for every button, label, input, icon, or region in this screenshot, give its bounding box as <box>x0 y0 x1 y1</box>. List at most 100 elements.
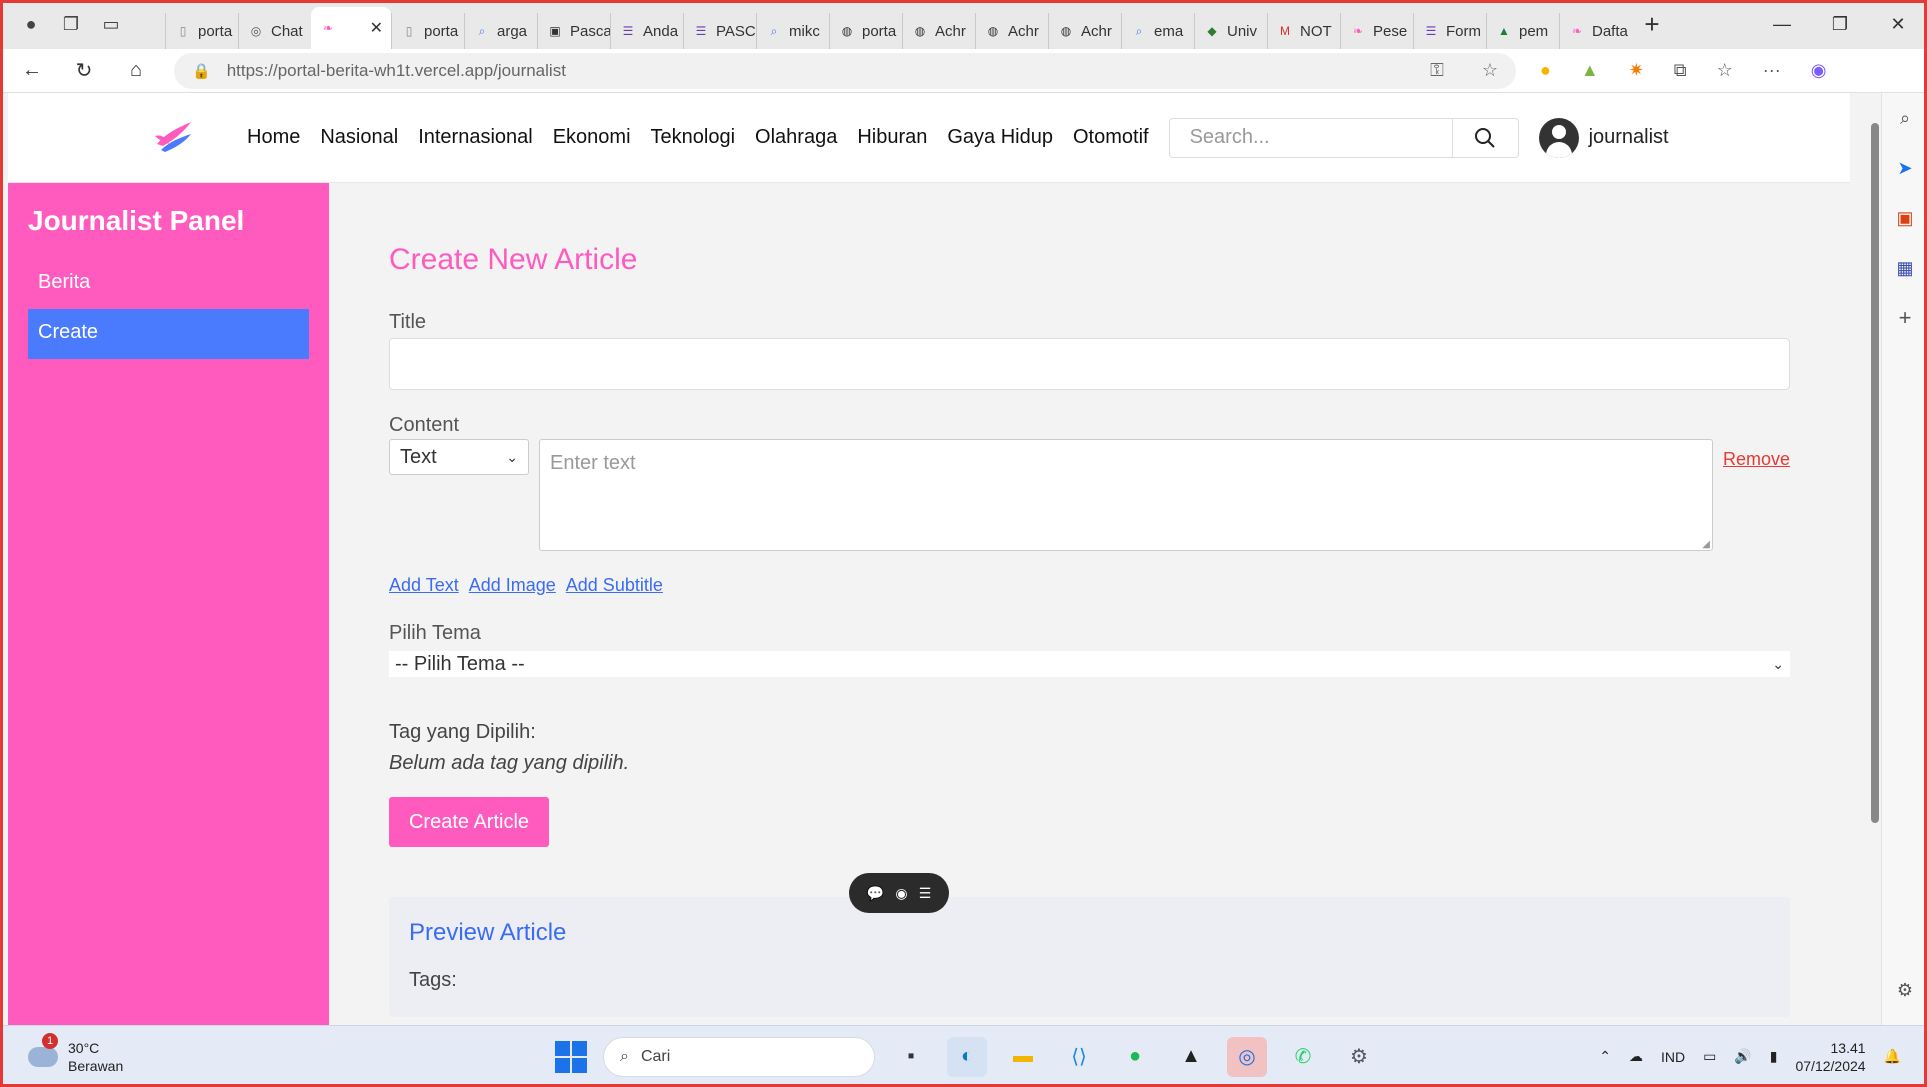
back-button[interactable]: ← <box>12 53 52 89</box>
list-icon[interactable]: ☰ <box>919 885 932 902</box>
nav-link-olahraga[interactable]: Olahraga <box>745 126 847 149</box>
copilot-icon[interactable]: ◉ <box>1811 60 1827 81</box>
taskbar-search[interactable]: ⌕ Cari <box>603 1036 875 1077</box>
comment-icon[interactable]: 💬 <box>867 885 884 902</box>
nav-link-nasional[interactable]: Nasional <box>310 126 408 149</box>
sidebar-item-create[interactable]: Create <box>28 309 309 359</box>
browser-tab[interactable]: ❧ ✕ <box>311 7 391 49</box>
search-button[interactable] <box>1452 117 1519 158</box>
browser-tab[interactable]: ⌕ arga <box>464 13 537 49</box>
inkscape-icon[interactable]: ▲ <box>1171 1037 1211 1077</box>
browser-tab[interactable]: ☰ Form <box>1413 13 1486 49</box>
favorites-icon[interactable]: ☆ <box>1717 60 1733 81</box>
tab-label: ema <box>1154 22 1184 40</box>
remove-block-link[interactable]: Remove <box>1723 449 1790 470</box>
notification-bell-icon[interactable]: 🔔 <box>1884 1048 1901 1065</box>
tools-icon[interactable]: ▣ <box>1882 193 1927 243</box>
outlook-icon[interactable]: ▦ <box>1882 243 1927 293</box>
browser-tab[interactable]: ☰ PASC <box>683 13 756 49</box>
extension-icon[interactable]: ● <box>1540 60 1551 81</box>
new-tab-button[interactable]: + <box>1632 9 1672 40</box>
onedrive-icon[interactable]: ☁ <box>1629 1048 1643 1065</box>
telegram-icon[interactable]: ➤ <box>1882 143 1927 193</box>
volume-icon[interactable]: 🔊 <box>1734 1048 1751 1065</box>
nav-link-gaya-hidup[interactable]: Gaya Hidup <box>937 126 1063 149</box>
browser-tab[interactable]: ❧ Dafta <box>1559 13 1632 49</box>
spotify-icon[interactable]: ● <box>1115 1037 1155 1077</box>
more-menu-icon[interactable]: ··· <box>1763 60 1781 81</box>
vscode-icon[interactable]: ⟨⟩ <box>1059 1037 1099 1077</box>
favorite-star-icon[interactable]: ☆ <box>1482 60 1498 81</box>
chevron-up-icon[interactable]: ⌃ <box>1599 1048 1611 1065</box>
extension-icon[interactable]: ✷ <box>1629 60 1644 81</box>
browser-tab[interactable]: ☰ Anda <box>610 13 683 49</box>
extensions-puzzle-icon[interactable]: ⧉ <box>1674 60 1687 81</box>
browser-tab[interactable]: ◆ Univ <box>1194 13 1267 49</box>
browser-tab[interactable]: ◍ Achr <box>975 13 1048 49</box>
resize-handle-icon[interactable]: ◢ <box>1702 539 1710 550</box>
add-image-link[interactable]: Add Image <box>469 575 556 596</box>
content-textarea[interactable]: Enter text ◢ <box>539 439 1713 551</box>
nav-link-otomotif[interactable]: Otomotif <box>1063 126 1159 149</box>
browser-tab[interactable]: ◎ Chat <box>238 13 311 49</box>
nav-link-home[interactable]: Home <box>237 126 310 149</box>
extension-icon[interactable]: ▲ <box>1581 60 1599 81</box>
add-subtitle-link[interactable]: Add Subtitle <box>566 575 663 596</box>
selected-tags-empty: Belum ada tag yang dipilih. <box>389 752 630 774</box>
tema-select[interactable]: -- Pilih Tema -- ⌄ <box>389 651 1790 677</box>
whatsapp-icon[interactable]: ✆ <box>1283 1037 1323 1077</box>
edge-icon[interactable]: ◐ <box>947 1036 987 1077</box>
weather-widget[interactable]: 1 30°C Berawan <box>28 1032 123 1075</box>
browser-tab[interactable]: ▣ Pasca <box>537 13 610 49</box>
clock[interactable]: 13.41 07/12/2024 <box>1795 1039 1865 1075</box>
content-type-select[interactable]: Text ⌄ <box>389 439 529 475</box>
restore-button[interactable]: ❐ <box>1811 0 1869 49</box>
toggle-icon[interactable]: ◉ <box>895 885 907 902</box>
vertical-tabs-icon[interactable]: ▭ <box>94 8 128 42</box>
add-text-link[interactable]: Add Text <box>389 575 459 596</box>
search-input[interactable] <box>1168 117 1453 158</box>
battery-icon[interactable]: ▮ <box>1770 1048 1778 1065</box>
password-key-icon[interactable]: ⚿ <box>1430 60 1444 81</box>
language-indicator[interactable]: IND <box>1661 1049 1685 1065</box>
close-tab-icon[interactable]: ✕ <box>370 18 383 38</box>
settings-icon[interactable]: ⚙ <box>1339 1037 1379 1077</box>
task-view-icon[interactable]: ▪ <box>891 1037 931 1077</box>
home-button[interactable]: ⌂ <box>116 53 156 89</box>
screen-recorder-icon[interactable]: ◎ <box>1227 1036 1267 1077</box>
browser-tab[interactable]: ⌕ mikc <box>756 13 829 49</box>
browser-tab[interactable]: ◍ porta <box>829 13 902 49</box>
settings-gear-icon[interactable]: ⚙ <box>1882 965 1927 1015</box>
browser-tab[interactable]: ❧ Pese <box>1340 13 1413 49</box>
lock-icon[interactable]: 🔒 <box>192 62 211 80</box>
minimize-button[interactable]: — <box>1753 0 1811 49</box>
browser-tab[interactable]: ◍ Achr <box>902 13 975 49</box>
nav-link-internasional[interactable]: Internasional <box>408 126 543 149</box>
profile-icon[interactable]: ● <box>14 8 48 42</box>
url-field[interactable]: 🔒 https://portal-berita-wh1t.vercel.app /… <box>174 52 1516 89</box>
network-icon[interactable]: ▭ <box>1703 1048 1716 1065</box>
browser-tab[interactable]: M NOT <box>1267 13 1340 49</box>
browser-tab[interactable]: ▯ porta <box>165 13 238 49</box>
browser-tab[interactable]: ◍ Achr <box>1048 13 1121 49</box>
title-input[interactable] <box>389 338 1790 390</box>
user-menu[interactable]: journalist <box>1538 117 1669 158</box>
nav-link-teknologi[interactable]: Teknologi <box>641 126 746 149</box>
windows-start-icon[interactable] <box>555 1040 587 1073</box>
browser-tab[interactable]: ▯ porta <box>391 13 464 49</box>
browser-tab[interactable]: ⌕ ema <box>1121 13 1194 49</box>
nav-link-ekonomi[interactable]: Ekonomi <box>543 126 641 149</box>
page-scrollbar[interactable] <box>1870 103 1880 1009</box>
nav-link-hiburan[interactable]: Hiburan <box>847 126 937 149</box>
refresh-button[interactable]: ↻ <box>64 53 104 89</box>
site-logo-icon[interactable] <box>151 116 195 160</box>
close-window-button[interactable]: ✕ <box>1869 0 1927 49</box>
sidebar-item-berita[interactable]: Berita <box>28 259 309 309</box>
scrollbar-thumb[interactable] <box>1871 123 1879 823</box>
browser-tab[interactable]: ▲ pem <box>1486 13 1559 49</box>
create-article-button[interactable]: Create Article <box>389 797 549 847</box>
workspaces-icon[interactable]: ❐ <box>54 8 88 42</box>
file-explorer-icon[interactable]: ▬ <box>1003 1037 1043 1077</box>
add-icon[interactable]: + <box>1882 293 1927 343</box>
search-icon[interactable]: ⌕ <box>1882 93 1927 143</box>
